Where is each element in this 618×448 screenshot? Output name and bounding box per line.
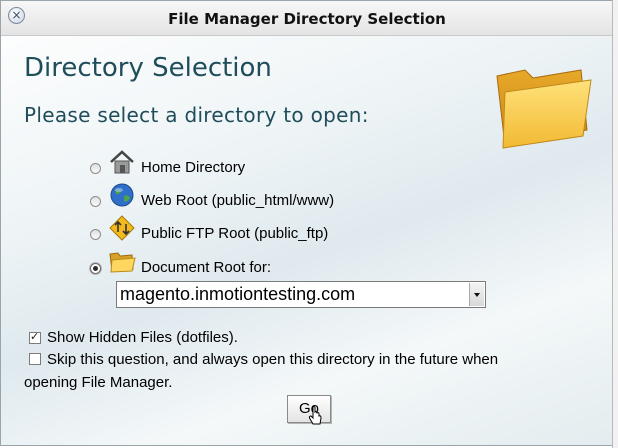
option-label: Web Root (public_html/www) <box>141 192 335 209</box>
radio-web-root[interactable] <box>90 196 101 207</box>
globe-icon <box>110 183 134 207</box>
skip-question-label: Skip this question, and always open this… <box>47 351 499 368</box>
dialog-window: × File Manager Directory Selection Direc… <box>0 0 614 446</box>
skip-question-checkbox[interactable] <box>29 353 41 365</box>
domain-select-value: magento.inmotiontesting.com <box>120 284 356 304</box>
house-icon <box>110 150 134 174</box>
chevron-down-icon[interactable] <box>469 283 484 306</box>
page-title: Directory Selection <box>24 53 272 83</box>
window-edge <box>612 0 618 448</box>
radio-document-root[interactable] <box>90 263 101 274</box>
open-folder-icon <box>109 252 136 273</box>
radio-public-ftp-root[interactable] <box>90 229 101 240</box>
skip-question-label-continued: opening File Manager. <box>24 374 173 391</box>
option-label: Public FTP Root (public_ftp) <box>141 225 329 242</box>
mouse-cursor-icon <box>308 406 322 425</box>
show-hidden-files-checkbox[interactable] <box>29 330 41 344</box>
show-hidden-files-label: Show Hidden Files (dotfiles). <box>47 329 238 346</box>
option-label: Document Root for: <box>141 259 272 276</box>
title-bar: × File Manager Directory Selection <box>1 1 613 36</box>
radio-home-directory[interactable] <box>90 163 101 174</box>
ftp-arrows-icon <box>109 215 135 241</box>
window-title: File Manager Directory Selection <box>168 10 446 28</box>
folder-icon <box>496 69 592 149</box>
domain-select[interactable]: magento.inmotiontesting.com <box>116 281 486 308</box>
instruction-text: Please select a directory to open: <box>24 103 369 127</box>
option-label: Home Directory <box>141 159 246 176</box>
